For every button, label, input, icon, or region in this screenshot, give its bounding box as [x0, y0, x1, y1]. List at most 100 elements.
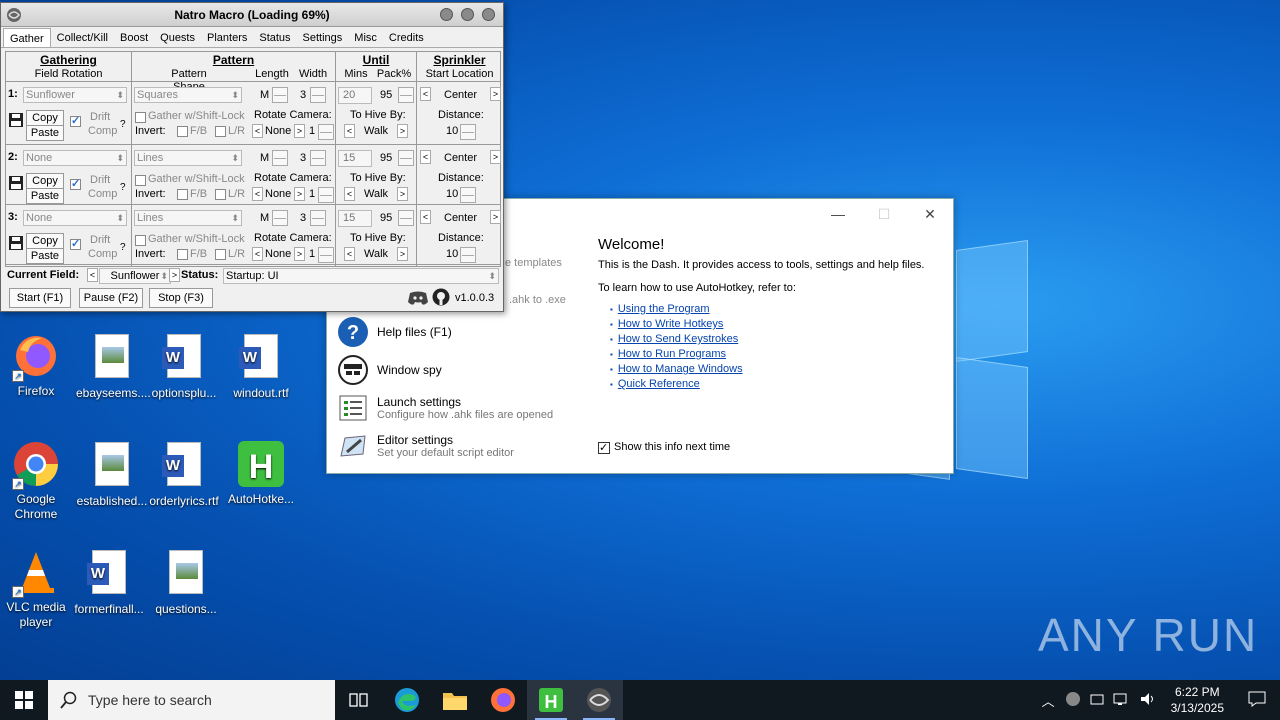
pattern-select[interactable]: Squares: [134, 87, 242, 103]
launch-settings-item[interactable]: Launch settings Configure how .ahk files …: [337, 389, 597, 427]
paste-button[interactable]: Paste: [26, 125, 64, 141]
width-stepper[interactable]: [310, 87, 326, 103]
shift-lock-checkbox[interactable]: [135, 175, 146, 186]
desktop-icon-file[interactable]: W orderlyrics.rtf: [148, 440, 220, 509]
start-menu-button[interactable]: [0, 680, 48, 720]
taskbar-search-box[interactable]: Type here to search: [48, 680, 335, 720]
rotate-stepper[interactable]: [318, 247, 334, 263]
taskbar-natro-macro[interactable]: [575, 680, 623, 720]
taskbar-edge[interactable]: [383, 680, 431, 720]
notification-icon[interactable]: [1234, 691, 1280, 710]
stop-button[interactable]: Stop (F3): [149, 288, 213, 308]
desktop-icon-file[interactable]: established...: [76, 440, 148, 509]
hive-prev[interactable]: <: [344, 187, 355, 201]
desktop-icon-vlc[interactable]: ↗ VLC media player: [0, 548, 72, 630]
desktop-icon-file[interactable]: questions...: [150, 548, 222, 617]
link-write-hotkeys[interactable]: How to Write Hotkeys: [618, 318, 724, 330]
invert-lr-checkbox[interactable]: [215, 126, 226, 137]
link-using-program[interactable]: Using the Program: [618, 303, 710, 315]
location-prev[interactable]: <: [420, 210, 431, 224]
close-button[interactable]: ✕: [907, 199, 953, 229]
copy-button[interactable]: Copy: [26, 110, 64, 126]
desktop-icon-firefox[interactable]: ↗ Firefox: [0, 332, 72, 399]
task-view-button[interactable]: [335, 680, 383, 720]
pattern-select[interactable]: Lines: [134, 150, 242, 166]
tab-collect-kill[interactable]: Collect/Kill: [51, 28, 114, 47]
field-select[interactable]: Sunflower: [23, 87, 127, 103]
drift-comp-checkbox[interactable]: [70, 237, 81, 250]
tab-status[interactable]: Status: [253, 28, 296, 47]
tab-settings[interactable]: Settings: [297, 28, 349, 47]
paste-button[interactable]: Paste: [26, 248, 64, 264]
invert-lr-checkbox[interactable]: [215, 249, 226, 260]
desktop-icon-file[interactable]: ebayseems....: [76, 332, 151, 401]
width-stepper[interactable]: [310, 150, 326, 166]
location-next[interactable]: >: [490, 210, 501, 224]
hive-prev[interactable]: <: [344, 247, 355, 261]
hive-next[interactable]: >: [397, 187, 408, 201]
taskbar-firefox[interactable]: [479, 680, 527, 720]
link-quick-reference[interactable]: Quick Reference: [618, 378, 700, 390]
tab-misc[interactable]: Misc: [348, 28, 383, 47]
rotate-prev[interactable]: <: [252, 187, 263, 201]
drift-comp-checkbox[interactable]: [70, 177, 81, 190]
desktop-icon-file[interactable]: W formerfinall...: [73, 548, 145, 617]
maximize-button[interactable]: [461, 8, 474, 21]
rotate-next[interactable]: >: [294, 187, 305, 201]
distance-stepper[interactable]: [460, 124, 476, 140]
invert-fb-checkbox[interactable]: [177, 126, 188, 137]
hive-next[interactable]: >: [397, 247, 408, 261]
length-stepper[interactable]: [272, 150, 288, 166]
link-manage-windows[interactable]: How to Manage Windows: [618, 363, 743, 375]
maximize-button[interactable]: ☐: [861, 199, 907, 229]
link-run-programs[interactable]: How to Run Programs: [618, 348, 726, 360]
minimize-button[interactable]: —: [815, 199, 861, 229]
show-info-checkbox[interactable]: ✓: [598, 441, 610, 454]
taskbar-autohotkey[interactable]: H: [527, 680, 575, 720]
pack-stepper[interactable]: [398, 150, 414, 166]
mins-input[interactable]: 15: [338, 150, 372, 167]
minimize-button[interactable]: [440, 8, 453, 21]
field-select[interactable]: None: [23, 210, 127, 226]
length-stepper[interactable]: [272, 210, 288, 226]
help-button[interactable]: ?: [120, 240, 126, 255]
copy-button[interactable]: Copy: [26, 233, 64, 249]
pattern-select[interactable]: Lines: [134, 210, 242, 226]
start-button[interactable]: Start (F1): [9, 288, 71, 308]
hive-prev[interactable]: <: [344, 124, 355, 138]
location-prev[interactable]: <: [420, 87, 431, 101]
location-next[interactable]: >: [490, 87, 501, 101]
close-button[interactable]: [482, 8, 495, 21]
discord-icon[interactable]: [407, 290, 429, 306]
save-icon[interactable]: [9, 236, 23, 250]
natro-titlebar[interactable]: Natro Macro (Loading 69%): [1, 3, 503, 27]
location-next[interactable]: >: [490, 150, 501, 164]
invert-fb-checkbox[interactable]: [177, 249, 188, 260]
paste-button[interactable]: Paste: [26, 188, 64, 204]
help-files-item[interactable]: ? Help files (F1): [337, 313, 597, 351]
show-info-option[interactable]: ✓ Show this info next time: [598, 440, 948, 455]
mins-input[interactable]: 20: [338, 87, 372, 104]
taskbar-file-explorer[interactable]: [431, 680, 479, 720]
tab-planters[interactable]: Planters: [201, 28, 253, 47]
rotate-prev[interactable]: <: [252, 247, 263, 261]
current-field-next[interactable]: >: [169, 268, 180, 282]
drift-comp-checkbox[interactable]: [70, 114, 81, 127]
help-button[interactable]: ?: [120, 117, 126, 132]
rotate-next[interactable]: >: [294, 247, 305, 261]
rotate-stepper[interactable]: [318, 187, 334, 203]
taskbar-clock[interactable]: 6:22 PM 3/13/2025: [1161, 684, 1234, 716]
hive-next[interactable]: >: [397, 124, 408, 138]
distance-stepper[interactable]: [460, 247, 476, 263]
desktop-icon-file[interactable]: W optionsplu...: [148, 332, 220, 401]
current-field-prev[interactable]: <: [87, 268, 98, 282]
window-spy-item[interactable]: Window spy: [337, 351, 597, 389]
tab-gather[interactable]: Gather: [3, 28, 51, 47]
invert-fb-checkbox[interactable]: [177, 189, 188, 200]
pack-stepper[interactable]: [398, 210, 414, 226]
chevron-up-icon[interactable]: ︿: [1036, 691, 1061, 710]
save-icon[interactable]: [9, 113, 23, 127]
tab-boost[interactable]: Boost: [114, 28, 154, 47]
pause-button[interactable]: Pause (F2): [79, 288, 143, 308]
link-send-keystrokes[interactable]: How to Send Keystrokes: [618, 333, 738, 345]
